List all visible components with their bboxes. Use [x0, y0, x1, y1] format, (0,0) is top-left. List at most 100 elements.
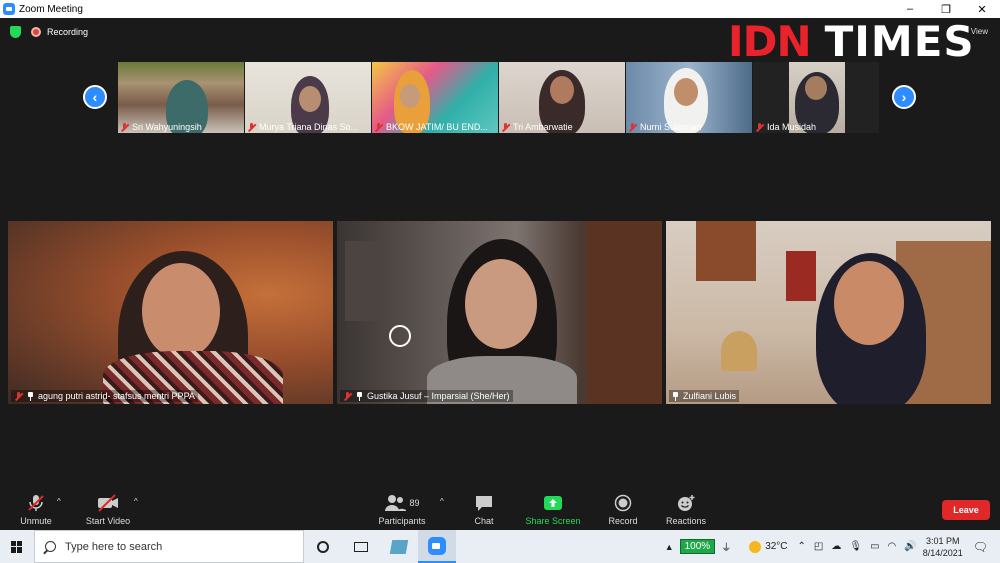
mic-muted-icon: [26, 493, 46, 513]
mic-muted-icon: [120, 122, 129, 132]
notifications-icon[interactable]: 🗨: [973, 540, 988, 554]
title-bar: Zoom Meeting – ❐ ✕: [0, 0, 1000, 18]
chat-button[interactable]: Chat: [449, 493, 519, 526]
participants-button[interactable]: 89 Participants: [367, 493, 437, 526]
participant-thumbnail[interactable]: Sri Wahyuningsih: [118, 62, 244, 133]
thumbnail-strip: Sri Wahyuningsih Murya Triana Dinas So..…: [118, 62, 879, 133]
participant-video-tile[interactable]: agung putri astrid- stafsus mentri PPPA: [8, 221, 333, 404]
cortana-button[interactable]: [304, 530, 342, 563]
close-button[interactable]: ✕: [964, 0, 1000, 18]
chat-label: Chat: [474, 516, 494, 526]
mic-muted-icon: [374, 122, 383, 132]
participant-name: Gustika Jusuf – Imparsial (She/Her): [367, 391, 510, 401]
volume-icon[interactable]: 🔊: [904, 541, 916, 552]
participant-thumbnail[interactable]: Ida Musidah: [753, 62, 879, 133]
video-off-icon: [96, 493, 120, 513]
share-screen-icon: [543, 493, 563, 513]
battery-indicator[interactable]: 100%: [679, 539, 716, 554]
plug-icon: ⏚: [721, 543, 732, 554]
meeting-toolbar: Unmute ^ Start Video ^ 89 Participants ^…: [0, 485, 1000, 530]
mic-muted-icon: [501, 122, 510, 132]
watermark-times: TIMES: [824, 16, 975, 66]
battery-icon[interactable]: ▭: [870, 541, 879, 552]
notes-app-icon: [389, 539, 409, 554]
reactions-icon: [676, 493, 696, 513]
mic-muted-icon: [343, 391, 352, 401]
clock-time: 3:01 PM: [925, 535, 960, 546]
mic-muted-icon: [14, 391, 23, 401]
participant-video-tile[interactable]: Zulfiani Lubis: [666, 221, 991, 404]
chevron-up-icon[interactable]: ▲: [665, 542, 674, 552]
taskbar-clock[interactable]: 3:01 PM 8/14/2021: [923, 535, 963, 559]
record-label: Record: [608, 516, 638, 526]
reactions-button[interactable]: Reactions: [651, 493, 721, 526]
meeting-status: Recording: [10, 26, 88, 38]
participant-video-tile[interactable]: Gustika Jusuf – Imparsial (She/Her): [337, 221, 662, 404]
start-video-button[interactable]: Start Video: [73, 493, 143, 526]
zoom-app-icon: [428, 536, 446, 555]
shield-icon[interactable]: [10, 26, 21, 38]
meet-now-icon[interactable]: ◰: [814, 541, 823, 552]
recording-icon: [31, 27, 41, 37]
system-tray: ▲ 100% ⏚ 32°C ⌃ ◰ ☁ 🎙 ▭ ◠ 🔊 3:01 PM 8/14…: [665, 530, 1000, 563]
record-icon: [614, 493, 632, 513]
minimize-button[interactable]: –: [892, 0, 928, 18]
mic-muted-icon: [628, 122, 637, 132]
start-video-label: Start Video: [85, 516, 131, 526]
pin-icon: [27, 391, 34, 401]
participant-thumbnail[interactable]: BKOW JATIM/ BU END...: [372, 62, 498, 133]
participant-thumbnail[interactable]: Nurni Sulaiman: [626, 62, 752, 133]
show-hidden-icons[interactable]: ⌃: [798, 541, 806, 552]
zoom-app-icon: [3, 3, 15, 15]
pin-icon: [672, 391, 679, 401]
taskbar-app-zoom[interactable]: [418, 530, 456, 563]
wifi-icon[interactable]: ◠: [888, 541, 897, 552]
start-button[interactable]: [0, 530, 34, 563]
participant-name: Zulfiani Lubis: [683, 391, 737, 401]
chevron-left-icon: ‹: [92, 89, 98, 105]
participant-name: agung putri astrid- stafsus mentri PPPA: [38, 391, 195, 401]
reactions-label: Reactions: [665, 516, 707, 526]
taskbar-app-notes[interactable]: [380, 530, 418, 563]
video-options-caret[interactable]: ^: [134, 497, 138, 506]
clock-date: 8/14/2021: [922, 547, 963, 558]
view-button[interactable]: View: [971, 27, 988, 36]
taskbar-search[interactable]: [34, 530, 304, 563]
participant-name: Nurni Sulaiman: [640, 122, 702, 132]
participants-options-caret[interactable]: ^: [440, 497, 444, 506]
chevron-right-icon: ›: [901, 89, 907, 105]
participant-thumbnail[interactable]: Tri Ambarwatie: [499, 62, 625, 133]
recording-label: Recording: [47, 27, 89, 37]
participant-name: Sri Wahyuningsih: [132, 122, 202, 132]
previous-page-button[interactable]: ‹: [83, 85, 107, 109]
window-controls: – ❐ ✕: [892, 0, 1000, 18]
restore-button[interactable]: ❐: [928, 0, 964, 18]
search-icon: [45, 541, 56, 552]
audio-options-caret[interactable]: ^: [57, 497, 61, 506]
next-page-button[interactable]: ›: [892, 85, 916, 109]
mic-muted-icon: [247, 122, 256, 132]
idn-times-watermark: IDN TIMES: [728, 16, 975, 66]
windows-taskbar: ▲ 100% ⏚ 32°C ⌃ ◰ ☁ 🎙 ▭ ◠ 🔊 3:01 PM 8/14…: [0, 530, 1000, 563]
task-view-icon: [354, 541, 368, 552]
mic-muted-icon: [755, 122, 764, 132]
participant-thumbnail[interactable]: Murya Triana Dinas So...: [245, 62, 371, 133]
watermark-idn: IDN: [728, 16, 812, 66]
share-screen-button[interactable]: Share Screen: [518, 493, 588, 526]
ring-light: [389, 325, 411, 347]
participants-label: Participants: [378, 516, 426, 526]
unmute-label: Unmute: [20, 516, 52, 526]
weather-icon: [749, 540, 762, 553]
window-title: Zoom Meeting: [19, 3, 83, 15]
cloud-icon[interactable]: ☁: [831, 541, 841, 552]
participants-count: 89: [409, 498, 420, 508]
task-view-button[interactable]: [342, 530, 380, 563]
video-gallery: agung putri astrid- stafsus mentri PPPA …: [8, 221, 991, 404]
weather-temperature[interactable]: 32°C: [765, 541, 787, 552]
microphone-icon[interactable]: 🎙: [849, 541, 862, 552]
record-button[interactable]: Record: [588, 493, 658, 526]
meeting-stage: Recording IDN TIMES View ‹ › Sri Wahyuni…: [0, 16, 1000, 530]
leave-button[interactable]: Leave: [942, 500, 990, 520]
search-input[interactable]: [65, 540, 265, 553]
participant-name: Ida Musidah: [767, 122, 817, 132]
